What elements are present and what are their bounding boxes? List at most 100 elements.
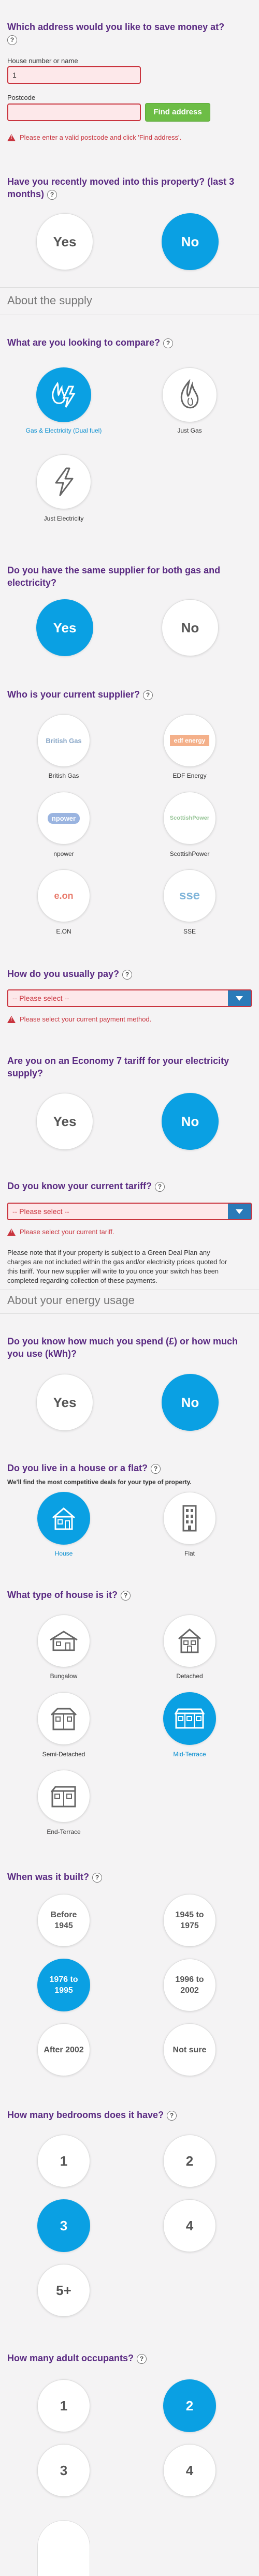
end-terrace-label: End-Terrace — [47, 1828, 81, 1835]
house-number-label: House number or name — [7, 57, 78, 65]
help-icon[interactable]: ? — [92, 1872, 102, 1883]
supplier-sse-option[interactable]: sse — [163, 869, 216, 922]
flat-option[interactable] — [163, 1492, 216, 1545]
occupants-4-option[interactable]: 4 — [163, 2444, 216, 2497]
edf-label: EDF Energy — [172, 772, 207, 779]
occupants-3-option[interactable]: 3 — [37, 2444, 90, 2497]
end-terrace-option[interactable] — [37, 1770, 90, 1823]
bedrooms-2-option[interactable]: 2 — [163, 2135, 216, 2187]
sse-label: SSE — [183, 928, 196, 935]
built-before-1945-option[interactable]: Before 1945 — [37, 1894, 90, 1947]
scottishpower-logo: ScottishPower — [169, 815, 210, 821]
supplier-edf-option[interactable]: edf energy — [163, 714, 216, 767]
supply-section-header: About the supply — [7, 294, 92, 307]
same-supplier-yes-option[interactable]: Yes — [36, 599, 93, 656]
occupants-more-option[interactable] — [37, 2520, 90, 2576]
just-gas-label: Just Gas — [177, 427, 202, 434]
house-number-input[interactable]: 1 — [7, 66, 141, 84]
supplier-british-gas-option[interactable]: British Gas — [37, 714, 90, 767]
bungalow-option[interactable] — [37, 1615, 90, 1667]
built-1976-1995-option[interactable]: 1976 to 1995 — [37, 1959, 90, 2011]
usage-section-header: About your energy usage — [7, 1294, 135, 1307]
help-icon[interactable]: ? — [7, 35, 17, 45]
economy7-question: Are you on an Economy 7 tariff for your … — [7, 1056, 229, 1078]
just-electricity-option[interactable] — [36, 454, 91, 509]
economy7-no-option[interactable]: No — [162, 1093, 219, 1150]
warning-icon — [7, 1015, 16, 1023]
bedrooms-4-option[interactable]: 4 — [163, 2199, 216, 2252]
know-spend-no-option[interactable]: No — [162, 1374, 219, 1431]
chevron-down-icon — [228, 990, 251, 1006]
npower-logo: npower — [47, 812, 80, 824]
moved-yes-option[interactable]: Yes — [36, 213, 93, 270]
house-or-flat-subtext: We'll find the most competitive deals fo… — [7, 1478, 192, 1486]
economy7-yes-option[interactable]: Yes — [36, 1093, 93, 1150]
same-supplier-no-option[interactable]: No — [162, 599, 219, 656]
bedrooms-5plus-option[interactable]: 5+ — [37, 2264, 90, 2317]
british-gas-logo: British Gas — [46, 736, 82, 745]
house-option[interactable] — [37, 1492, 90, 1545]
built-after-2002-option[interactable]: After 2002 — [37, 2023, 90, 2076]
electricity-bolt-icon — [55, 467, 74, 496]
detached-icon — [178, 1628, 201, 1653]
bedrooms-3-option[interactable]: 3 — [37, 2199, 90, 2252]
bungalow-icon — [50, 1631, 78, 1651]
end-terrace-icon — [50, 1786, 76, 1808]
occupants-1-option[interactable]: 1 — [37, 2379, 90, 2432]
built-1996-2002-option[interactable]: 1996 to 2002 — [163, 1959, 216, 2011]
edf-logo: edf energy — [169, 735, 210, 746]
just-electricity-label: Just Electricity — [44, 515, 84, 522]
help-icon[interactable]: ? — [155, 1181, 165, 1192]
mid-terrace-label: Mid-Terrace — [173, 1751, 206, 1758]
chevron-down-icon — [228, 1204, 251, 1219]
help-icon[interactable]: ? — [122, 969, 133, 980]
house-label: House — [54, 1550, 73, 1557]
current-supplier-question: Who is your current supplier?? — [7, 688, 153, 701]
occupants-question: How many adult occupants?? — [7, 2352, 147, 2364]
mid-terrace-icon — [174, 1708, 205, 1729]
semi-detached-option[interactable] — [37, 1692, 90, 1745]
built-1945-1975-option[interactable]: 1945 to 1975 — [163, 1894, 216, 1947]
dual-fuel-icon — [52, 381, 76, 408]
dual-fuel-option[interactable] — [36, 367, 91, 422]
supplier-npower-option[interactable]: npower — [37, 792, 90, 845]
moved-question: Have you recently moved into this proper… — [7, 176, 235, 200]
same-supplier-question: Do you have the same supplier for both g… — [7, 565, 221, 588]
pay-question: How do you usually pay?? — [7, 968, 133, 980]
help-icon[interactable]: ? — [137, 2353, 147, 2364]
detached-option[interactable] — [163, 1615, 216, 1667]
postcode-input[interactable] — [7, 103, 141, 121]
occupants-2-option[interactable]: 2 — [163, 2379, 216, 2432]
tariff-select[interactable]: -- Please select -- — [7, 1203, 252, 1220]
mid-terrace-option[interactable] — [163, 1692, 216, 1745]
built-not-sure-option[interactable]: Not sure — [163, 2023, 216, 2076]
bedrooms-question: How many bedrooms does it have?? — [7, 2109, 177, 2121]
help-icon[interactable]: ? — [151, 1463, 161, 1474]
tariff-question: Do you know your current tariff?? — [7, 1180, 165, 1192]
house-or-flat-question: Do you live in a house or a flat?? — [7, 1462, 161, 1474]
just-gas-option[interactable] — [162, 367, 217, 422]
eon-label: E.ON — [56, 928, 71, 935]
find-address-button[interactable]: Find address — [145, 103, 210, 122]
supplier-eon-option[interactable]: e.on — [37, 869, 90, 922]
help-icon[interactable]: ? — [167, 2110, 177, 2121]
tariff-error: Please select your current tariff. — [7, 1228, 114, 1236]
divider — [0, 287, 259, 288]
compare-question: What are you looking to compare?? — [7, 336, 174, 349]
help-icon[interactable]: ? — [163, 338, 174, 348]
detached-label: Detached — [176, 1672, 203, 1680]
help-icon[interactable]: ? — [121, 1590, 131, 1601]
help-icon[interactable]: ? — [143, 690, 153, 700]
help-icon[interactable]: ? — [47, 189, 57, 200]
moved-no-option[interactable]: No — [162, 213, 219, 270]
address-question: Which address would you like to save mon… — [7, 21, 251, 46]
bungalow-label: Bungalow — [50, 1672, 78, 1680]
know-spend-yes-option[interactable]: Yes — [36, 1374, 93, 1431]
bedrooms-1-option[interactable]: 1 — [37, 2135, 90, 2187]
supplier-scottishpower-option[interactable]: ScottishPower — [163, 792, 216, 845]
payment-method-select[interactable]: -- Please select -- — [7, 989, 252, 1007]
sse-logo: sse — [179, 889, 200, 902]
know-spend-question: Do you know how much you spend (£) or ho… — [7, 1336, 238, 1359]
divider — [0, 1313, 259, 1314]
payment-error: Please select your current payment metho… — [7, 1015, 151, 1023]
